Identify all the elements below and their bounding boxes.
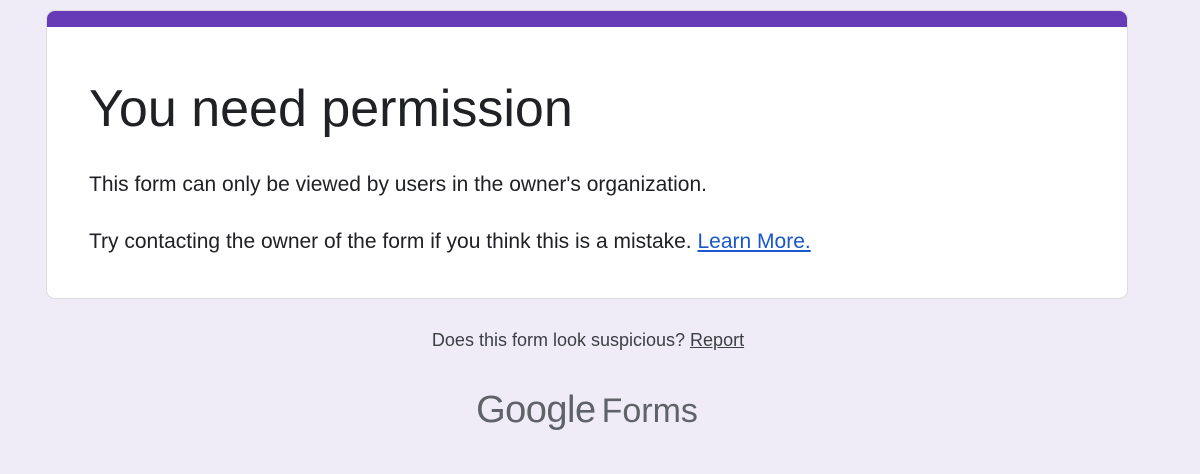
google-forms-logo[interactable]: Google Forms — [0, 386, 1174, 442]
google-wordmark: Google — [476, 389, 596, 431]
page-title: You need permission — [89, 80, 573, 138]
contact-hint-text: Try contacting the owner of the form if … — [89, 230, 692, 253]
report-link[interactable]: Report — [690, 330, 744, 350]
forms-wordmark: Forms — [601, 392, 698, 430]
suspicious-form-notice: Does this form look suspicious? Report — [0, 328, 1176, 352]
learn-more-link[interactable]: Learn More. — [698, 230, 811, 253]
suspicious-text: Does this form look suspicious? — [431, 330, 686, 350]
permission-card: You need permission This form can only b… — [46, 10, 1128, 299]
permission-message: This form can only be viewed by users in… — [89, 173, 707, 196]
card-accent-bar — [47, 11, 1127, 27]
contact-hint-paragraph: Try contacting the owner of the form if … — [89, 228, 811, 256]
